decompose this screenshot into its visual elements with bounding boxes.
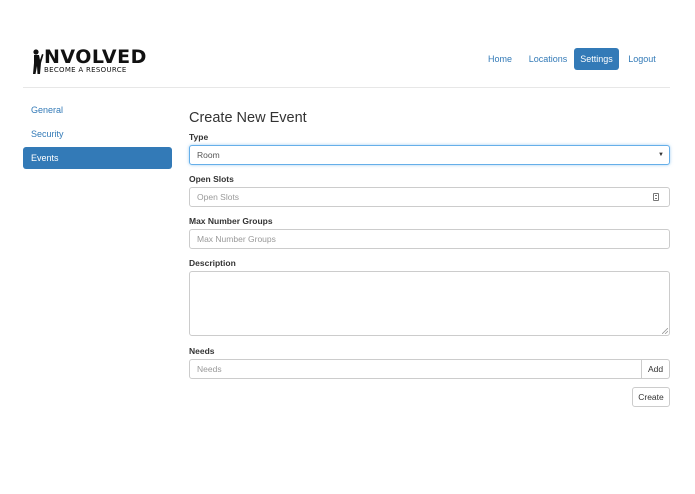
type-select-value: Room [197, 150, 220, 160]
header-divider [23, 87, 670, 88]
sidebar-item-general[interactable]: General [23, 99, 172, 121]
needs-input[interactable]: Needs [189, 359, 642, 379]
number-spinner-icon[interactable] [653, 193, 659, 201]
needs-label: Needs [189, 346, 215, 356]
description-textarea[interactable] [189, 271, 670, 336]
brand-name: NVOLVED [44, 46, 147, 68]
open-slots-label: Open Slots [189, 174, 234, 184]
open-slots-input[interactable]: Open Slots [189, 187, 670, 207]
page-title: Create New Event [189, 110, 307, 126]
nav-home[interactable]: Home [482, 48, 518, 70]
max-groups-input[interactable]: Max Number Groups [189, 229, 670, 249]
create-button[interactable]: Create [632, 387, 670, 407]
type-select[interactable]: Room ▼ [189, 145, 670, 165]
nav-settings[interactable]: Settings [574, 48, 619, 70]
dropdown-caret-icon: ▼ [658, 152, 664, 158]
needs-placeholder: Needs [197, 364, 222, 374]
type-label: Type [189, 132, 209, 142]
description-label: Description [189, 258, 236, 268]
brand-logo[interactable]: NVOLVED BECOME A RESOURCE [32, 46, 147, 76]
resize-handle-icon[interactable] [662, 328, 668, 334]
sidebar-item-security[interactable]: Security [23, 123, 172, 145]
max-groups-placeholder: Max Number Groups [197, 234, 276, 244]
nav-logout[interactable]: Logout [624, 48, 660, 70]
brand-tagline: BECOME A RESOURCE [44, 66, 127, 74]
max-groups-label: Max Number Groups [189, 216, 273, 226]
sidebar-item-events[interactable]: Events [23, 147, 172, 169]
open-slots-placeholder: Open Slots [197, 192, 240, 202]
nav-locations[interactable]: Locations [525, 48, 571, 70]
add-need-button[interactable]: Add [641, 359, 670, 379]
person-logo-icon [33, 49, 44, 74]
